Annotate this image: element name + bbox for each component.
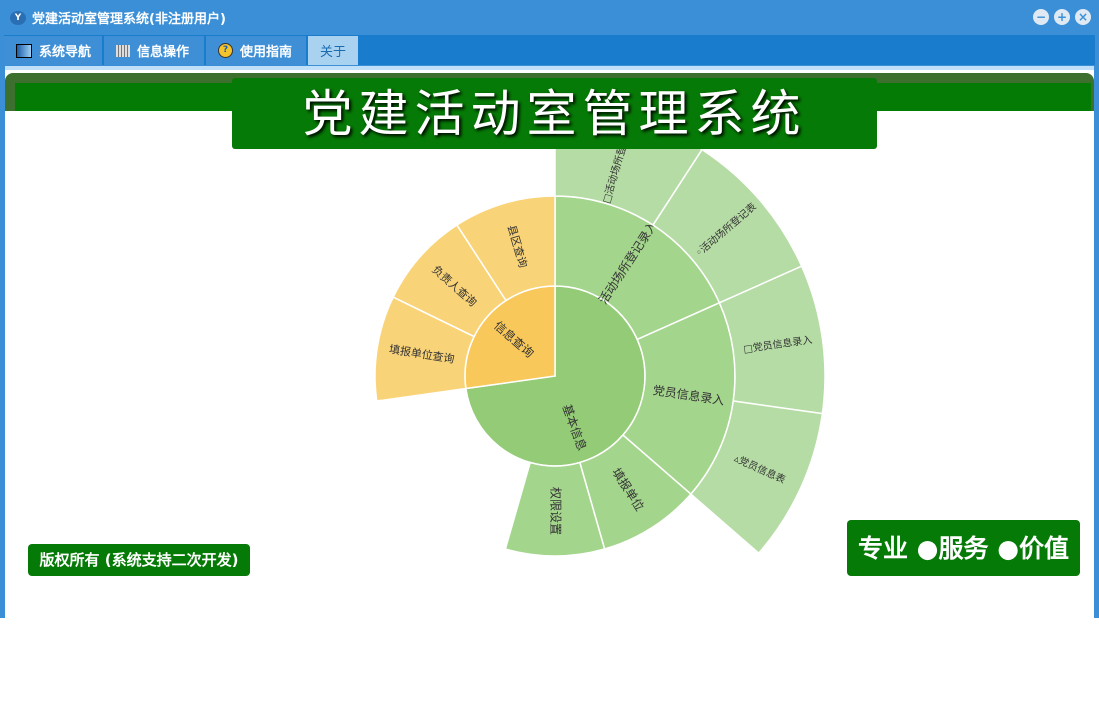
system-banner: 党建活动室管理系统 xyxy=(232,78,877,149)
sunburst-label: 权限设置 xyxy=(549,487,563,535)
